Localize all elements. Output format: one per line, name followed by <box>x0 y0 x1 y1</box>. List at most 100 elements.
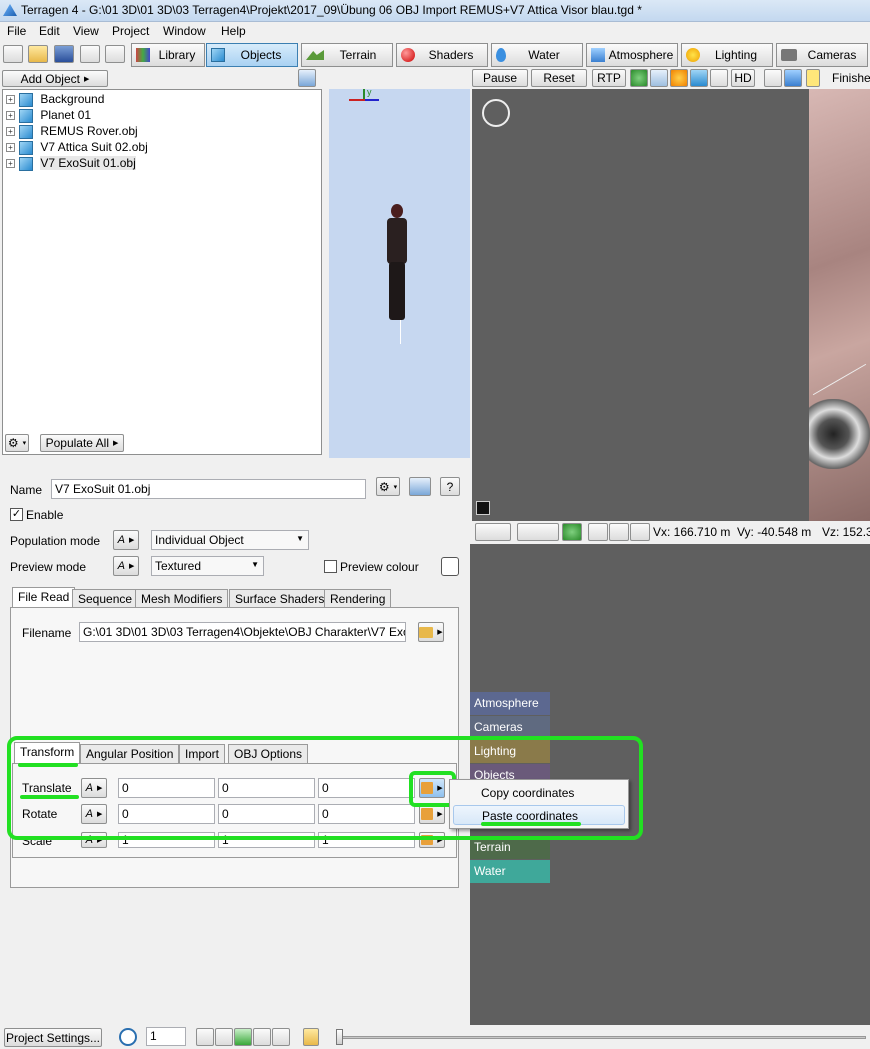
tab-terrain[interactable]: Terrain <box>301 43 393 67</box>
preview-mode-anim-button[interactable]: A ▶ <box>113 556 139 576</box>
settings-render-icon[interactable] <box>710 69 728 87</box>
project-settings-button[interactable]: Project Settings... <box>4 1028 102 1047</box>
browse-button[interactable]: ▶ <box>418 622 444 642</box>
tab-surface-shaders[interactable]: Surface Shaders <box>229 589 331 608</box>
hd-button[interactable]: HD <box>731 69 755 87</box>
tab-cameras[interactable]: Cameras <box>776 43 868 67</box>
timeline-slider[interactable] <box>336 1036 866 1039</box>
tree-item-label: Background <box>40 92 105 106</box>
3d-viewport[interactable] <box>472 89 870 521</box>
populate-all-button[interactable]: Populate All ▶ <box>40 434 124 452</box>
refresh-icon[interactable] <box>562 523 582 541</box>
net-atmosphere[interactable]: Atmosphere <box>470 692 550 715</box>
net-water[interactable]: Water <box>470 860 550 883</box>
eye-icon[interactable] <box>588 523 608 541</box>
tree-item-selected[interactable]: + V7 ExoSuit 01.obj <box>6 156 136 171</box>
prev-frame-icon[interactable] <box>215 1028 233 1046</box>
last-frame-icon[interactable] <box>272 1028 290 1046</box>
object-icon <box>19 124 33 139</box>
new-file-icon[interactable] <box>3 45 23 63</box>
expand-icon[interactable]: + <box>6 95 15 105</box>
expand-icon[interactable]: + <box>6 111 15 121</box>
cube-render-icon[interactable] <box>690 69 708 87</box>
tab-library[interactable]: Library <box>131 43 205 67</box>
tree-item[interactable]: + Background <box>6 92 104 107</box>
add-object-button[interactable]: Add Object ▶ <box>2 70 108 87</box>
filename-field[interactable]: G:\01 3D\01 3D\03 Terragen4\Objekte\OBJ … <box>79 622 406 642</box>
tree-item[interactable]: + REMUS Rover.obj <box>6 124 138 139</box>
tree-item-label: V7 Attica Suit 02.obj <box>40 140 148 154</box>
tree-item[interactable]: + Planet 01 <box>6 108 91 123</box>
menu-window[interactable]: Window <box>163 24 206 38</box>
frame-icon[interactable] <box>609 523 629 541</box>
menu-view[interactable]: View <box>73 24 99 38</box>
populate-all-label: Populate All <box>45 436 109 450</box>
open-folder-icon[interactable] <box>28 45 48 63</box>
population-mode-select[interactable]: Individual Object ▼ <box>151 530 309 550</box>
viewport-corner-icon[interactable] <box>476 501 490 515</box>
camera-view-icon[interactable] <box>475 523 511 541</box>
camera-set-icon[interactable] <box>517 523 559 541</box>
preview-colour-checkbox[interactable] <box>324 560 337 573</box>
panel-toggle-icon[interactable] <box>298 69 316 87</box>
underline-paste <box>481 822 581 826</box>
tab-mesh-modifiers[interactable]: Mesh Modifiers <box>135 589 229 608</box>
shaders-icon <box>401 48 415 62</box>
preview-colour-swatch[interactable] <box>441 557 459 576</box>
vz-readout: Vz: 152.32 <box>822 525 870 539</box>
enable-checkbox[interactable]: ✓ <box>10 508 23 521</box>
tab-lighting[interactable]: Lighting <box>681 43 773 67</box>
timeline-handle[interactable] <box>336 1029 343 1045</box>
sun-render-icon[interactable] <box>670 69 688 87</box>
keyframe-icon[interactable] <box>303 1028 319 1046</box>
tab-sequence[interactable]: Sequence <box>72 589 139 608</box>
expand-icon[interactable]: + <box>6 159 15 169</box>
sphere-icon[interactable] <box>630 69 648 87</box>
menu-project[interactable]: Project <box>112 24 149 38</box>
enable-label: Enable <box>26 508 64 522</box>
add-object-label: Add Object <box>20 71 80 86</box>
note-icon[interactable] <box>806 69 820 87</box>
reset-button[interactable]: Reset <box>531 69 587 87</box>
tab-atmosphere[interactable]: Atmosphere <box>586 43 678 67</box>
tab-shaders[interactable]: Shaders <box>396 43 488 67</box>
render-icon[interactable] <box>80 45 100 63</box>
3d-preview-icon[interactable] <box>105 45 125 63</box>
save-icon[interactable] <box>54 45 74 63</box>
population-mode-anim-button[interactable]: A ▶ <box>113 530 139 550</box>
expand-icon[interactable]: + <box>6 127 15 137</box>
zoom-icon[interactable] <box>630 523 650 541</box>
tree-item[interactable]: + V7 Attica Suit 02.obj <box>6 140 148 155</box>
copy-coordinates-item[interactable]: Copy coordinates <box>453 783 625 803</box>
picker-icon[interactable] <box>784 69 802 87</box>
window-icon[interactable] <box>409 477 431 496</box>
reset-label: Reset <box>543 71 575 85</box>
cloud-icon[interactable] <box>650 69 668 87</box>
play-icon[interactable] <box>234 1028 252 1046</box>
gear-menu-button[interactable]: ⚙ ▾ <box>5 434 29 452</box>
menu-help[interactable]: Help <box>221 24 246 38</box>
first-frame-icon[interactable] <box>196 1028 214 1046</box>
next-frame-icon[interactable] <box>253 1028 271 1046</box>
menu-file[interactable]: File <box>7 24 26 38</box>
preview-mode-select[interactable]: Textured ▼ <box>151 556 264 576</box>
tab-rendering[interactable]: Rendering <box>324 589 392 608</box>
help-button[interactable]: ? <box>440 477 460 496</box>
clock-icon[interactable] <box>119 1028 137 1046</box>
function-icon: A <box>117 534 125 546</box>
pause-button[interactable]: Pause <box>472 69 528 87</box>
tab-objects[interactable]: Objects <box>206 43 298 67</box>
brush-icon[interactable] <box>764 69 782 87</box>
navigate-icon[interactable] <box>482 99 510 127</box>
folder-icon <box>419 626 434 638</box>
tab-file-read[interactable]: File Read <box>12 587 76 608</box>
object-preview-viewport[interactable]: y <box>329 87 470 458</box>
name-gear-button[interactable]: ⚙ ▾ <box>376 477 400 496</box>
window-title: Terragen 4 - G:\01 3D\01 3D\03 Terragen4… <box>21 3 642 17</box>
expand-icon[interactable]: + <box>6 143 15 153</box>
tab-water[interactable]: Water <box>491 43 583 67</box>
name-field[interactable]: V7 ExoSuit 01.obj <box>51 479 366 499</box>
frame-field[interactable]: 1 <box>146 1027 186 1046</box>
rtp-button[interactable]: RTP <box>592 69 626 87</box>
menu-edit[interactable]: Edit <box>39 24 60 38</box>
